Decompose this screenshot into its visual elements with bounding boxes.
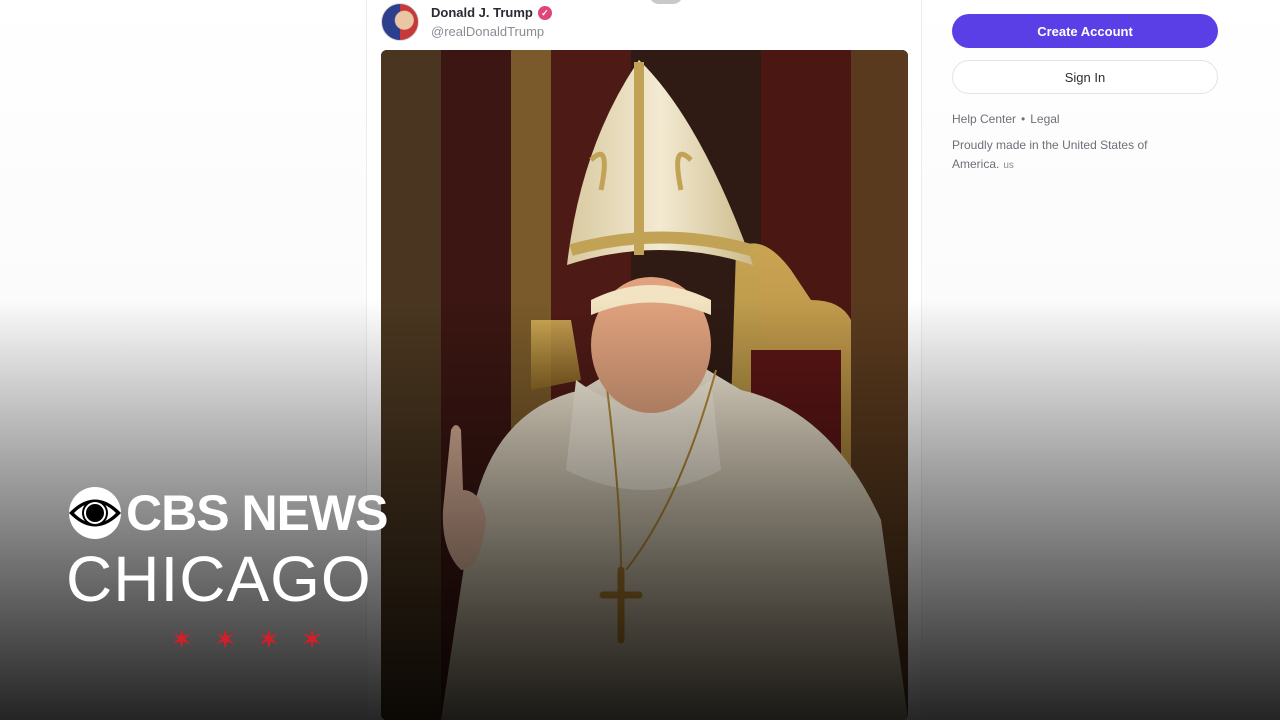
post-header: Donald J. Trump ✓ @realDonaldTrump: [381, 2, 552, 42]
display-name[interactable]: Donald J. Trump: [431, 5, 533, 20]
user-handle[interactable]: @realDonaldTrump: [431, 24, 552, 39]
help-center-link[interactable]: Help Center: [952, 112, 1016, 126]
logo-top-row: CBS NEWS: [66, 484, 446, 542]
post-image[interactable]: [381, 50, 908, 720]
post-column: Donald J. Trump ✓ @realDonaldTrump: [366, 0, 922, 720]
chicago-stars: ✶ ✶ ✶ ✶: [170, 626, 446, 654]
create-account-button[interactable]: Create Account: [952, 14, 1218, 48]
cbs-news-chicago-logo: CBS NEWS CHICAGO ✶ ✶ ✶ ✶: [66, 484, 446, 654]
scroll-indicator: [649, 0, 683, 4]
cbs-eye-icon: [69, 487, 121, 539]
name-block: Donald J. Trump ✓ @realDonaldTrump: [431, 5, 552, 39]
station-name: CHICAGO: [66, 543, 372, 615]
star-icon: ✶: [300, 624, 324, 655]
sidebar: Create Account Sign In Help Center • Leg…: [952, 14, 1218, 175]
us-flag-icon: us: [1003, 160, 1014, 171]
sign-in-button[interactable]: Sign In: [952, 60, 1218, 94]
post-image-illustration: [381, 50, 908, 720]
verified-badge-icon: ✓: [537, 5, 552, 20]
made-in-usa-text: Proudly made in the United States of Ame…: [952, 136, 1192, 175]
network-name: CBS NEWS: [126, 485, 388, 541]
star-icon: ✶: [256, 624, 281, 655]
avatar[interactable]: [381, 3, 419, 41]
made-in-label: Proudly made in the United States of Ame…: [952, 138, 1148, 171]
footer-separator: •: [1021, 112, 1026, 126]
footer-links: Help Center • Legal: [952, 112, 1218, 126]
star-icon: ✶: [170, 624, 194, 655]
legal-link[interactable]: Legal: [1030, 112, 1059, 126]
name-line: Donald J. Trump ✓: [431, 5, 552, 20]
star-icon: ✶: [213, 624, 237, 655]
